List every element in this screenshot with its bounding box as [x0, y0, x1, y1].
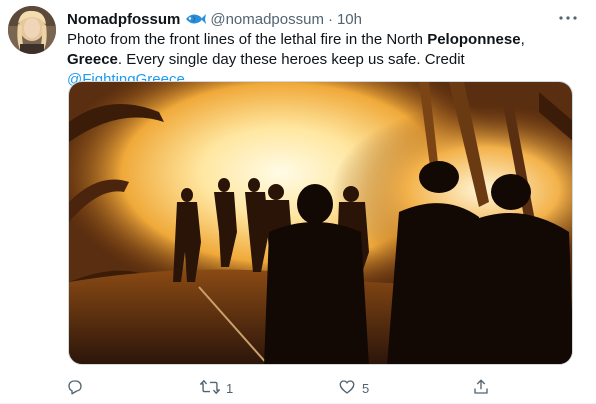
- like-button[interactable]: 5: [338, 376, 369, 400]
- fish-icon: [184, 12, 207, 26]
- retweet-button[interactable]: 1: [199, 376, 234, 400]
- avatar[interactable]: [8, 6, 56, 54]
- tweet[interactable]: Nomadpfossum @nomadpossum · 10h Photo fr…: [0, 0, 596, 404]
- avatar-image: [8, 6, 56, 54]
- heart-icon: [338, 378, 356, 399]
- tweet-text-part: . Every single day these heroes keep us …: [117, 51, 465, 68]
- tweet-header: Nomadpfossum @nomadpossum · 10h: [67, 9, 362, 29]
- reply-icon: [66, 378, 84, 399]
- reply-button[interactable]: [66, 376, 90, 400]
- tweet-text-bold-place: Peloponnese: [427, 31, 521, 48]
- timestamp[interactable]: 10h: [337, 11, 362, 28]
- share-button[interactable]: [472, 376, 490, 400]
- more-dots-icon[interactable]: [556, 8, 580, 28]
- like-count: 5: [362, 380, 370, 396]
- retweet-icon: [199, 378, 221, 399]
- display-name[interactable]: Nomadpfossum: [67, 11, 180, 28]
- retweet-count: 1: [226, 380, 234, 396]
- fire-scene-image: [69, 82, 572, 364]
- share-icon: [472, 378, 490, 399]
- user-handle[interactable]: @nomadpossum: [210, 11, 324, 28]
- tweet-text-part: Photo from the front lines of the lethal…: [67, 31, 428, 48]
- tweet-actions: 1 5: [60, 376, 500, 400]
- tweet-photo[interactable]: [68, 81, 573, 365]
- separator-dot: ·: [327, 10, 333, 28]
- tweet-text-part: ,: [520, 31, 525, 48]
- tweet-text-bold-country: Greece: [67, 51, 118, 68]
